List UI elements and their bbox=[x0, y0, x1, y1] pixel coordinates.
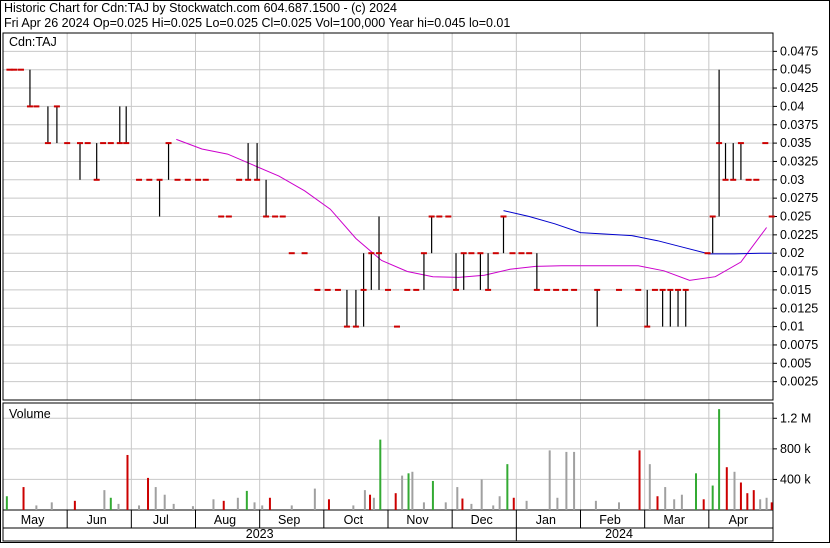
x-month-label: Feb bbox=[599, 513, 621, 527]
y-tick-label: 0.03 bbox=[780, 173, 804, 187]
x-year-label: 2023 bbox=[246, 527, 274, 541]
x-month-label: Oct bbox=[344, 513, 364, 527]
x-year-label: 2024 bbox=[605, 527, 633, 541]
x-month-label: Mar bbox=[663, 513, 685, 527]
x-month-label: Jul bbox=[153, 513, 169, 527]
y-tick-label: 0.0325 bbox=[780, 154, 818, 168]
chart-title: Historic Chart for Cdn:TAJ by Stockwatch… bbox=[4, 1, 397, 15]
x-month-label: Nov bbox=[406, 513, 429, 527]
volume-tick-label: 1.2 M bbox=[780, 411, 811, 425]
x-month-label: Jun bbox=[87, 513, 107, 527]
x-month-label: Jan bbox=[536, 513, 556, 527]
y-tick-label: 0.005 bbox=[780, 356, 811, 370]
y-tick-label: 0.0225 bbox=[780, 228, 818, 242]
chart-subtitle: Fri Apr 26 2024 Op=0.025 Hi=0.025 Lo=0.0… bbox=[4, 16, 510, 30]
y-tick-label: 0.045 bbox=[780, 63, 811, 77]
y-tick-label: 0.0425 bbox=[780, 81, 818, 95]
y-tick-label: 0.0275 bbox=[780, 191, 818, 205]
stock-chart: 0.0475 0.045 0.0425 0.04 0.0375 0.035 0.0325 0.… bbox=[0, 0, 830, 543]
volume-tick-label: 800 k bbox=[780, 442, 811, 456]
x-month-label: Apr bbox=[729, 513, 748, 527]
symbol-label: Cdn:TAJ bbox=[9, 35, 57, 49]
x-month-label: Aug bbox=[214, 513, 236, 527]
y-tick-label: 0.0075 bbox=[780, 338, 818, 352]
volume-tick-label: 400 k bbox=[780, 472, 811, 486]
y-tick-label: 0.04 bbox=[780, 99, 804, 113]
y-tick-label: 0.035 bbox=[780, 136, 811, 150]
y-tick-label: 0.0475 bbox=[780, 44, 818, 58]
y-tick-label: 0.02 bbox=[780, 246, 804, 260]
x-month-label: Sep bbox=[278, 513, 300, 527]
y-tick-label: 0.0375 bbox=[780, 118, 818, 132]
y-tick-label: 0.0025 bbox=[780, 375, 818, 389]
volume-label: Volume bbox=[9, 407, 51, 421]
chart-canvas: 0.0475 0.045 0.0425 0.04 0.0375 0.035 0.0325 0.… bbox=[0, 0, 830, 543]
y-tick-label: 0.0175 bbox=[780, 265, 818, 279]
x-month-label: Dec bbox=[471, 513, 493, 527]
y-tick-label: 0.015 bbox=[780, 283, 811, 297]
y-tick-label: 0.025 bbox=[780, 210, 811, 224]
y-tick-label: 0.0125 bbox=[780, 301, 818, 315]
x-month-label: May bbox=[21, 513, 45, 527]
y-tick-label: 0.01 bbox=[780, 320, 804, 334]
